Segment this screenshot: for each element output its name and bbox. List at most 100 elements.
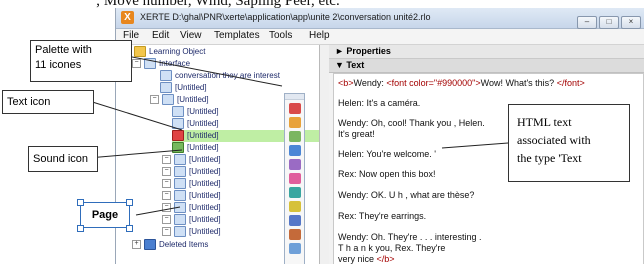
collapse-toggle-icon[interactable]: − [162, 167, 171, 177]
tree-item-label: [Untitled] [189, 167, 221, 176]
editor-line: Helen: You're welcome. ' [338, 149, 436, 159]
page-icon [174, 226, 186, 238]
tree-item-untitled[interactable]: − [Untitled] [162, 190, 221, 202]
tree-item-label: Interface [159, 59, 191, 68]
window-controls: – □ × [575, 11, 641, 29]
tree-item-untitled[interactable]: − [Untitled] [162, 214, 221, 226]
editor-line: very nice </b> [338, 254, 395, 264]
close-button[interactable]: × [621, 16, 641, 29]
menu-templates[interactable]: Templates [214, 30, 260, 41]
tree-item-conversation[interactable]: conversation they are interest [160, 70, 280, 82]
tree-item-sound[interactable]: [Untitled] [172, 142, 219, 154]
editor-line: Rex: Now open this box! [338, 169, 436, 179]
menu-tools[interactable]: Tools [269, 30, 292, 41]
tree-item-learning-object[interactable]: −Learning Object [122, 46, 205, 58]
selection-handle [77, 199, 84, 206]
structure-tree-pane: −Learning Object − Interface conversation… [116, 45, 320, 264]
tree-item-untitled[interactable]: [Untitled] [160, 82, 207, 94]
editor-line: Helen: It's a caméra. [338, 98, 421, 108]
tree-item-label: conversation they are interest [175, 71, 280, 80]
html-tag: <font color="#990000"> [386, 78, 481, 88]
tree-item-label: [Untitled] [189, 179, 221, 188]
palette-item-icon[interactable] [288, 229, 301, 240]
palette-callout: Palette with 11 icones [30, 40, 132, 82]
palette-item-icon[interactable] [288, 159, 301, 170]
selection-handle [77, 225, 84, 232]
minimize-button[interactable]: – [577, 16, 597, 29]
collapse-toggle-icon[interactable]: − [162, 215, 171, 225]
page-icon [174, 178, 186, 190]
html-tag: </font> [556, 78, 585, 88]
tree-item-label: [Untitled] [187, 107, 219, 116]
tree-item-untitled[interactable]: [Untitled] [172, 118, 219, 130]
menu-view[interactable]: View [180, 30, 202, 41]
palette-item-icon[interactable] [288, 131, 301, 142]
collapse-toggle-icon[interactable]: − [162, 203, 171, 213]
tree-item-label: [Untitled] [187, 119, 219, 128]
tree-item-untitled[interactable]: [Untitled] [172, 106, 219, 118]
tree-item-label: [Untitled] [187, 131, 219, 140]
expand-toggle-icon[interactable]: + [132, 240, 141, 250]
html-tag: <b> [338, 78, 354, 88]
palette-item-icon[interactable] [288, 173, 301, 184]
palette-item-icon[interactable] [288, 187, 301, 198]
html-text-callout: HTML text associated with the type 'Text [508, 104, 630, 182]
palette-item-icon[interactable] [288, 103, 301, 114]
editor-line: <b>Wendy: <font color="#990000">Wow! Wha… [338, 78, 585, 89]
editor-line: Wendy: Oh. They're . . . interesting . [338, 232, 482, 242]
page-icon [172, 118, 184, 130]
collapse-toggle-icon[interactable]: − [162, 179, 171, 189]
tree-item-untitled[interactable]: − [Untitled] [162, 178, 221, 190]
window-title: XERTE D:\ghal\PNR\xerte\application\app\… [140, 12, 431, 22]
menu-help[interactable]: Help [309, 30, 330, 41]
palette-item-icon[interactable] [288, 243, 301, 254]
deleted-items-icon [144, 239, 156, 251]
tree-item-page[interactable]: − [Untitled] [162, 202, 221, 214]
palette-item-icon[interactable] [288, 117, 301, 128]
tree-item-label: [Untitled] [187, 143, 219, 152]
tree-item-deleted[interactable]: + Deleted Items [132, 239, 208, 251]
html-tag: </b> [376, 254, 395, 264]
tree-item-label: Deleted Items [159, 240, 209, 249]
text-icon [172, 130, 184, 142]
editor-line: T h a n k you, Rex. They're [338, 243, 446, 253]
palette-item-icon[interactable] [288, 145, 301, 156]
text-icon-callout: Text icon [2, 90, 94, 114]
icon-palette [284, 93, 305, 264]
title-bar: X XERTE D:\ghal\PNR\xerte\application\ap… [116, 8, 644, 29]
collapse-toggle-icon[interactable]: − [162, 191, 171, 201]
collapse-toggle-icon[interactable]: − [150, 95, 159, 105]
palette-icon-list [285, 103, 304, 254]
collapse-toggle-icon[interactable]: − [162, 227, 171, 237]
dialogue-text: very nice [338, 254, 377, 264]
tree-item-untitled[interactable]: − [Untitled] [162, 226, 221, 238]
selection-handle [126, 225, 133, 232]
palette-item-icon[interactable] [288, 201, 301, 212]
tree-item-label: [Untitled] [189, 227, 221, 236]
page-icon [160, 82, 172, 94]
xerte-logo-icon: X [121, 11, 134, 24]
tree-item-label: [Untitled] [189, 191, 221, 200]
editor-line: It's great! [338, 129, 375, 139]
tree-item-untitled[interactable]: − [Untitled] [150, 94, 209, 106]
tree-item-untitled[interactable]: − [Untitled] [162, 154, 221, 166]
menu-bar: File Edit View Templates Tools Help [116, 29, 644, 45]
dialogue-text: Wow! What's this? [480, 78, 557, 88]
tree-item-label: [Untitled] [189, 203, 221, 212]
palette-grip[interactable] [285, 94, 304, 100]
properties-header[interactable]: ► Properties [329, 45, 644, 59]
tree-item-interface[interactable]: − Interface [132, 58, 190, 70]
tree-item-untitled[interactable]: − [Untitled] [162, 166, 221, 178]
page-icon [172, 106, 184, 118]
selection-handle [126, 199, 133, 206]
menu-edit[interactable]: Edit [152, 30, 169, 41]
palette-item-icon[interactable] [288, 215, 301, 226]
tree-item-label: [Untitled] [189, 215, 221, 224]
sound-icon [172, 142, 184, 154]
text-section-header[interactable]: ▼ Text [329, 59, 644, 73]
collapse-toggle-icon[interactable]: − [162, 155, 171, 165]
tree-item-label: [Untitled] [177, 95, 209, 104]
maximize-button[interactable]: □ [599, 16, 619, 29]
collapse-toggle-icon[interactable]: − [132, 59, 141, 69]
editor-line: Wendy: Oh, cool! Thank you , Helen. [338, 118, 485, 128]
